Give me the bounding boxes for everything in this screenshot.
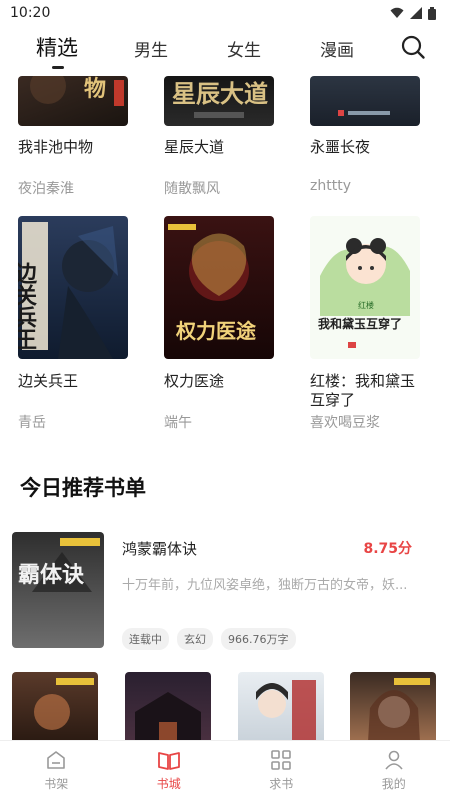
book-author: 夜泊秦淮 bbox=[18, 181, 74, 197]
nav-profile[interactable]: 我的 bbox=[338, 741, 450, 800]
bookshelf-icon bbox=[47, 751, 66, 769]
nav-request-label: 求书 bbox=[269, 777, 294, 791]
nav-bookstore[interactable]: 书城 bbox=[113, 741, 226, 800]
book-cover[interactable] bbox=[238, 672, 324, 740]
book-cover[interactable]: 边关兵王 bbox=[18, 216, 128, 359]
tag-status: 连载中 bbox=[122, 628, 169, 650]
signal-icon bbox=[410, 7, 422, 19]
recommend-book-score: 8.75分 bbox=[363, 541, 412, 557]
battery-icon bbox=[428, 6, 436, 20]
book-author: 青岳 bbox=[18, 415, 46, 431]
book-title[interactable]: 星辰大道 bbox=[164, 138, 284, 157]
nav-bookshelf[interactable]: 书架 bbox=[0, 741, 113, 800]
book-cover[interactable] bbox=[350, 672, 436, 740]
book-title[interactable]: 红楼：我和黛玉互穿了 bbox=[310, 372, 422, 410]
cover-subtitle-art: 红楼 bbox=[358, 300, 374, 310]
recommend-book-title[interactable]: 鸿蒙霸体诀 bbox=[122, 538, 197, 559]
bottom-navigation: 书架 书城 求书 我的 bbox=[0, 740, 450, 800]
tab-male[interactable]: 男生 bbox=[134, 36, 168, 61]
book-author: 端午 bbox=[164, 415, 192, 431]
search-icon[interactable] bbox=[400, 34, 426, 60]
bookstore-feed[interactable]: 物 星辰大道 我非池中物 星辰大道 永噩长夜 夜泊秦淮 随散飘风 zhttty … bbox=[0, 76, 450, 740]
tag-genre: 玄幻 bbox=[177, 628, 213, 650]
cover-title-art: 我和黛玉互穿了 bbox=[318, 316, 402, 331]
cover-title-art: 霸体诀 bbox=[18, 562, 84, 588]
book-cover[interactable] bbox=[12, 672, 98, 740]
tab-female[interactable]: 女生 bbox=[227, 36, 261, 61]
nav-bookstore-label: 书城 bbox=[156, 777, 181, 791]
book-cover[interactable]: 物 bbox=[18, 76, 128, 126]
book-author: 随散飘风 bbox=[164, 181, 220, 197]
tab-featured[interactable]: 精选 bbox=[36, 32, 78, 62]
book-cover[interactable] bbox=[125, 672, 211, 740]
tab-comics[interactable]: 漫画 bbox=[320, 36, 354, 61]
cover-title-art: 边关兵王 bbox=[18, 262, 38, 350]
grid-icon bbox=[271, 750, 292, 770]
tag-word-count: 966.76万字 bbox=[221, 628, 296, 650]
recommend-book-tags: 连载中 玄幻 966.76万字 bbox=[122, 628, 296, 650]
cover-title-art: 星辰大道 bbox=[172, 79, 268, 108]
active-tab-indicator bbox=[52, 66, 64, 69]
book-cover[interactable]: 权力医途 bbox=[164, 216, 274, 359]
nav-profile-label: 我的 bbox=[381, 777, 406, 791]
nav-request[interactable]: 求书 bbox=[225, 741, 338, 800]
book-author: 喜欢喝豆浆 bbox=[310, 415, 380, 431]
cover-title-art: 权力医途 bbox=[175, 319, 257, 343]
nav-bookshelf-label: 书架 bbox=[44, 777, 69, 791]
book-title[interactable]: 权力医途 bbox=[164, 372, 284, 391]
open-book-icon bbox=[157, 752, 180, 770]
status-time: 10:20 bbox=[10, 5, 51, 21]
book-title[interactable]: 我非池中物 bbox=[18, 138, 138, 157]
book-cover[interactable] bbox=[310, 76, 420, 126]
cover-title-art: 物 bbox=[84, 76, 106, 102]
recommend-book-cover[interactable]: 霸体诀 bbox=[12, 532, 104, 648]
book-cover[interactable]: 红楼 我和黛玉互穿了 bbox=[310, 216, 420, 359]
book-cover[interactable]: 星辰大道 bbox=[164, 76, 274, 126]
person-icon bbox=[385, 750, 403, 770]
recommend-book-description: 十万年前，九位风姿卓绝，独断万古的女帝，妖... bbox=[122, 578, 408, 593]
status-icons bbox=[390, 6, 436, 20]
book-title[interactable]: 永噩长夜 bbox=[310, 138, 430, 157]
book-title[interactable]: 边关兵王 bbox=[18, 372, 138, 391]
wifi-icon bbox=[390, 7, 404, 18]
status-bar: 10:20 bbox=[0, 0, 450, 26]
section-title: 今日推荐书单 bbox=[20, 476, 146, 500]
book-author: zhttty bbox=[310, 178, 351, 194]
category-tabs: 精选 男生 女生 漫画 bbox=[0, 26, 450, 76]
